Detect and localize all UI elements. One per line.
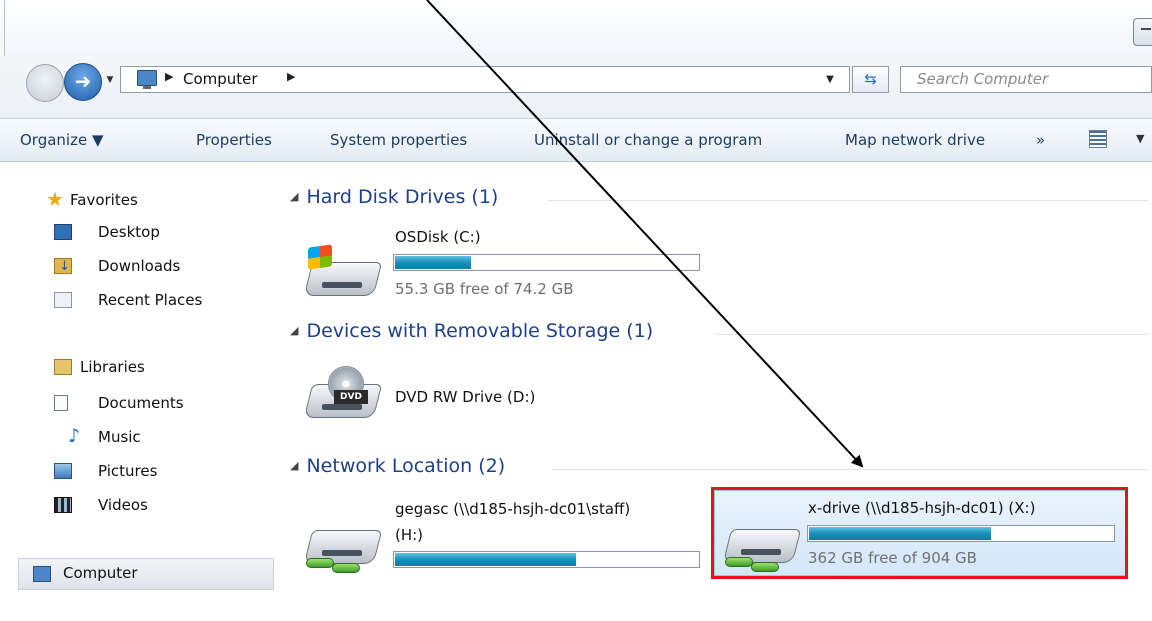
- search-input[interactable]: Search Computer: [900, 66, 1152, 93]
- drive-name-h[interactable]: gegasc (\\d185-hsjh-dc01\staff): [395, 500, 630, 518]
- drive-letter-h: (H:): [395, 526, 424, 544]
- map-network-drive-button[interactable]: Map network drive: [845, 131, 985, 149]
- nav-videos[interactable]: Videos: [50, 493, 148, 517]
- forward-button[interactable]: ➜: [64, 63, 102, 101]
- group-title: Devices with Removable Storage (1): [306, 320, 654, 342]
- desktop-icon: [54, 224, 72, 240]
- group-header-hard-disk-drives[interactable]: ◢ Hard Disk Drives (1): [290, 186, 498, 212]
- group-header-removable-storage[interactable]: ◢ Devices with Removable Storage (1): [290, 320, 653, 346]
- properties-button[interactable]: Properties: [196, 131, 272, 149]
- back-button[interactable]: [26, 64, 64, 102]
- nav-documents-label: Documents: [98, 394, 184, 412]
- music-icon: ♪: [68, 425, 81, 447]
- view-options-dropdown[interactable]: ▼: [1136, 132, 1144, 145]
- highlight-box: [711, 487, 1128, 579]
- nav-computer[interactable]: Computer: [18, 558, 274, 590]
- organize-button[interactable]: Organize ▼: [20, 131, 104, 149]
- drive-usage-bar-h: [393, 551, 700, 568]
- breadcrumb-chevron-icon[interactable]: ▶: [287, 70, 295, 83]
- nav-downloads[interactable]: Downloads: [50, 254, 181, 279]
- dvd-drive-icon[interactable]: DVD: [303, 366, 383, 428]
- network-cable-icon: [304, 556, 364, 574]
- videos-icon: [54, 497, 72, 513]
- recent-places-icon: [54, 292, 72, 308]
- documents-icon: [54, 395, 68, 411]
- nav-downloads-label: Downloads: [98, 257, 181, 275]
- change-view-icon[interactable]: [1089, 130, 1107, 148]
- drive-name-c[interactable]: OSDisk (C:): [395, 228, 481, 246]
- group-title: Hard Disk Drives (1): [306, 186, 499, 208]
- nav-music-label: Music: [98, 428, 141, 446]
- collapse-triangle-icon[interactable]: ◢: [290, 459, 298, 472]
- windows-logo-icon: [308, 244, 332, 270]
- hard-disk-drive-icon[interactable]: [303, 244, 383, 306]
- computer-icon: [33, 566, 51, 582]
- nav-videos-label: Videos: [98, 496, 148, 514]
- system-properties-button[interactable]: System properties: [330, 131, 467, 149]
- group-divider: [716, 334, 1148, 335]
- drive-slot-shape: [322, 404, 362, 410]
- window-title-bar: [4, 0, 1152, 56]
- downloads-icon: [54, 255, 72, 279]
- drive-name-d[interactable]: DVD RW Drive (D:): [395, 388, 535, 406]
- network-drive-icon[interactable]: [303, 512, 383, 574]
- navigation-pane: ★ Favorites Desktop Downloads Recent Pla…: [0, 162, 283, 621]
- nav-desktop[interactable]: Desktop: [50, 220, 160, 244]
- nav-libraries[interactable]: Libraries: [50, 355, 145, 379]
- nav-desktop-label: Desktop: [98, 223, 160, 241]
- more-commands-button[interactable]: »: [1036, 131, 1045, 149]
- breadcrumb-chevron-icon[interactable]: ▶: [165, 70, 173, 83]
- nav-favorites-label: Favorites: [70, 191, 138, 209]
- nav-libraries-label: Libraries: [80, 358, 145, 376]
- nav-pictures-label: Pictures: [98, 462, 158, 480]
- drive-usage-fill-c: [395, 256, 471, 269]
- collapse-triangle-icon[interactable]: ◢: [290, 190, 298, 203]
- group-title: Network Location (2): [306, 455, 506, 477]
- breadcrumb-computer[interactable]: Computer: [183, 70, 258, 88]
- group-divider: [548, 200, 1148, 201]
- nav-music[interactable]: ♪ Music: [50, 425, 141, 449]
- nav-recent-places[interactable]: Recent Places: [50, 288, 202, 312]
- maximize-button[interactable]: [1133, 18, 1152, 46]
- libraries-icon: [54, 359, 72, 375]
- collapse-triangle-icon[interactable]: ◢: [290, 324, 298, 337]
- address-bar[interactable]: ▶ Computer ▶: [120, 66, 850, 93]
- recent-pages-dropdown[interactable]: ▼: [104, 72, 116, 88]
- nav-recent-places-label: Recent Places: [98, 291, 203, 309]
- nav-documents[interactable]: Documents: [50, 391, 184, 415]
- drive-free-space-c: 55.3 GB free of 74.2 GB: [395, 280, 574, 298]
- drive-slot-shape: [322, 282, 362, 288]
- star-icon: ★: [46, 187, 64, 211]
- nav-favorites[interactable]: ★ Favorites: [46, 188, 138, 212]
- drive-usage-bar-c: [393, 254, 700, 271]
- refresh-icon: ⇆: [864, 70, 877, 88]
- arrow-right-icon: ➜: [74, 69, 92, 93]
- pictures-icon: [54, 463, 72, 479]
- nav-computer-label: Computer: [63, 564, 138, 582]
- command-bar: Organize ▼ Properties System properties …: [0, 118, 1152, 162]
- dvd-label-badge: DVD: [334, 390, 368, 404]
- drive-usage-fill-h: [395, 553, 576, 566]
- uninstall-program-button[interactable]: Uninstall or change a program: [534, 131, 762, 149]
- computer-icon: [137, 70, 157, 89]
- group-header-network-location[interactable]: ◢ Network Location (2): [290, 455, 505, 481]
- address-history-dropdown[interactable]: ▼: [822, 72, 838, 88]
- refresh-button[interactable]: ⇆: [852, 66, 889, 93]
- nav-pictures[interactable]: Pictures: [50, 459, 157, 483]
- group-divider: [552, 469, 1148, 470]
